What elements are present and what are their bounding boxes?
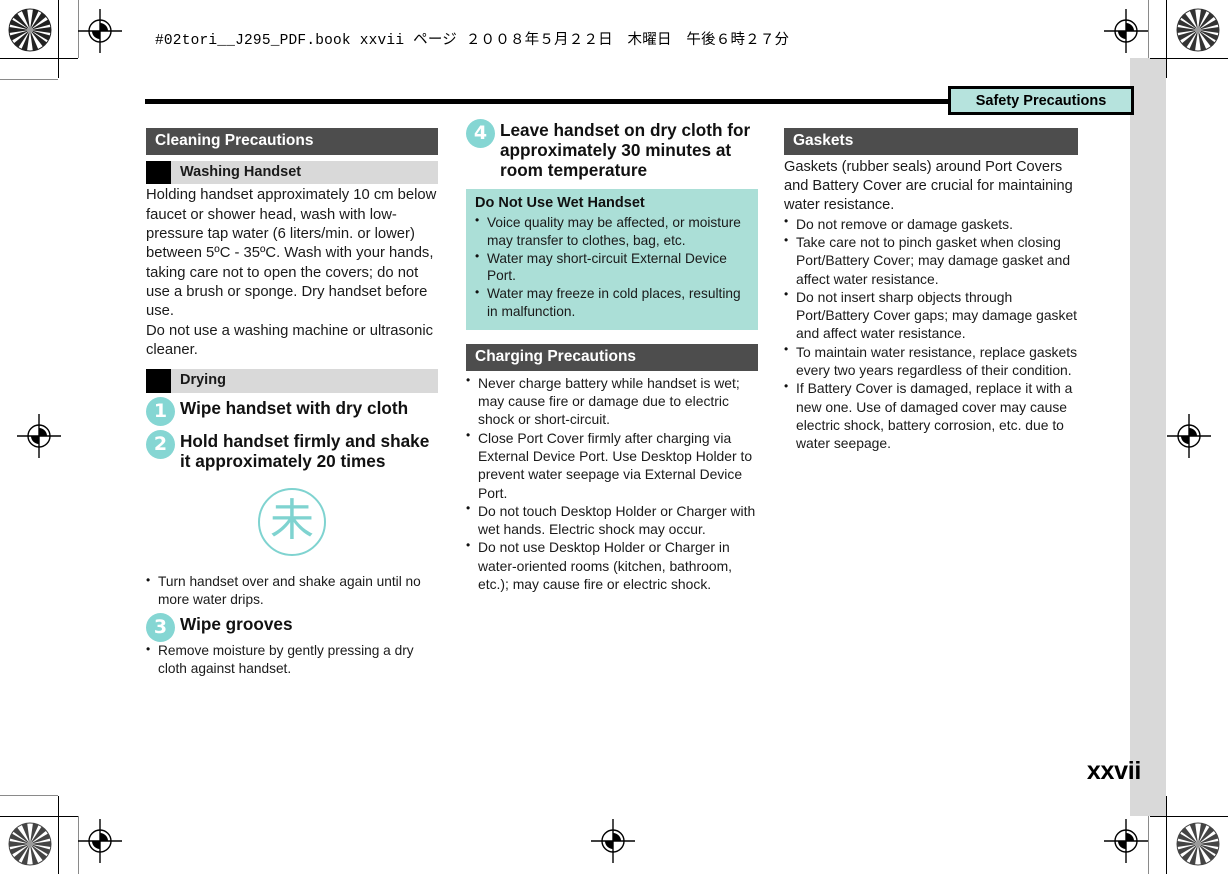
page-number: xxvii [1086,757,1141,785]
list-item: Never charge battery while handset is we… [466,373,758,429]
list-item: Water may short-circuit External Device … [475,249,749,286]
list-item: Take care not to pinch gasket when closi… [784,233,1078,288]
placeholder-glyph-icon: 未 [258,488,326,557]
gray-band-right [1130,58,1166,816]
gaskets-paragraph: Gaskets (rubber seals) around Port Cover… [784,158,1073,213]
trim-line-top-left-h [0,58,78,59]
section-tab-safety-precautions[interactable]: Safety Precautions [948,86,1134,115]
note-box-bullet-list: Voice quality may be affected, or moistu… [475,213,749,321]
step-2: 2 Hold handset firmly and shake it appro… [146,429,438,471]
trim-line-bottom-right-h [1150,816,1228,817]
column-left: Cleaning Precautions Washing Handset Hol… [146,128,438,678]
trim-line-bottom-left-v [58,796,59,874]
trim-line-top-right-v [1166,0,1167,78]
step-2-text: Hold handset firmly and shake it approxi… [180,430,430,471]
registration-mark-bottom-right [1104,819,1148,863]
sub-header-washing-handset: Washing Handset [146,160,438,185]
note-box-title: Do Not Use Wet Handset [475,195,645,212]
list-item: Do not touch Desktop Holder or Charger w… [466,501,758,539]
list-item: Do not remove or damage gaskets. [784,214,1078,233]
section-header-charging-precautions: Charging Precautions [466,344,758,371]
step-1-text: Wipe handset with dry cloth [180,397,409,418]
list-item: To maintain water resistance, replace ga… [784,342,1078,380]
column-right: Gaskets Gaskets (rubber seals) around Po… [784,128,1078,452]
step-1: 1 Wipe handset with dry cloth [146,396,438,426]
registration-mark-bottom-left [78,819,122,863]
section-header-cleaning-precautions: Cleaning Precautions [146,128,438,155]
siemens-star-top-right [1176,8,1220,52]
siemens-star-top-left [8,8,52,52]
sub-header-drying: Drying [146,369,438,393]
note-box-do-not-use-wet-handset: Do Not Use Wet Handset Voice quality may… [466,189,758,331]
list-item: Do not use Desktop Holder or Charger in … [466,538,758,593]
list-item: Water may freeze in cold places, resulti… [475,285,749,321]
step-3: 3 Wipe grooves [146,612,438,643]
gaskets-bullet-list: Do not remove or damage gaskets. Take ca… [784,214,1078,453]
step-3-number: 3 [146,613,175,643]
trim-line-bottom-right-v [1166,796,1167,874]
step-2-number: 2 [146,429,175,459]
siemens-star-bottom-right [1176,822,1220,866]
trim-line-top-right-h [1150,58,1228,59]
step-2-bullet-list: Turn handset over and shake again until … [146,573,438,608]
trim-line-top-left-v [58,0,59,78]
bleed-line-bottom-left-v [78,816,79,874]
charging-precautions-bullet-list: Never charge battery while handset is we… [466,373,758,593]
washing-handset-paragraph: Holding handset approximately 10 cm belo… [146,187,437,358]
list-item: Voice quality may be affected, or moistu… [475,213,749,250]
trim-line-bottom-left-h [0,816,78,817]
registration-mark-right-middle [1167,414,1211,458]
registration-mark-left-middle [17,414,61,458]
document-header-line: #02tori__J295_PDF.book xxvii ページ ２００８年５月… [155,33,790,49]
list-item: If Battery Cover is damaged, replace it … [784,379,1078,452]
registration-mark-top-center [591,819,635,863]
step-4-number: 4 [466,119,495,148]
step-1-number: 1 [146,396,175,426]
bleed-line-bottom-left-h [0,795,58,796]
siemens-star-bottom-left [8,822,52,866]
registration-mark-top-left [78,9,122,53]
step-4: 4 Leave handset on dry cloth for approxi… [466,118,758,180]
registration-mark-top-right [1104,9,1148,53]
list-item: Remove moisture by gently pressing a dry… [146,642,438,677]
list-item: Do not insert sharp objects through Port… [784,287,1078,343]
step-3-bullet-list: Remove moisture by gently pressing a dry… [146,642,438,677]
bleed-line-top-left-v [78,0,79,58]
section-header-gaskets: Gaskets [784,128,1078,155]
list-item: Close Port Cover firmly after charging v… [466,428,758,502]
bleed-line-bottom-right-v [1148,816,1149,874]
column-middle: 4 Leave handset on dry cloth for approxi… [466,118,758,593]
drying-illustration: 未 [146,471,438,573]
list-item: Turn handset over and shake again until … [146,573,438,608]
step-4-text: Leave handset on dry cloth for approxima… [500,120,751,181]
step-3-text: Wipe grooves [180,614,293,635]
bleed-line-top-left-h [0,79,58,80]
bleed-line-top-right-v [1148,0,1149,58]
